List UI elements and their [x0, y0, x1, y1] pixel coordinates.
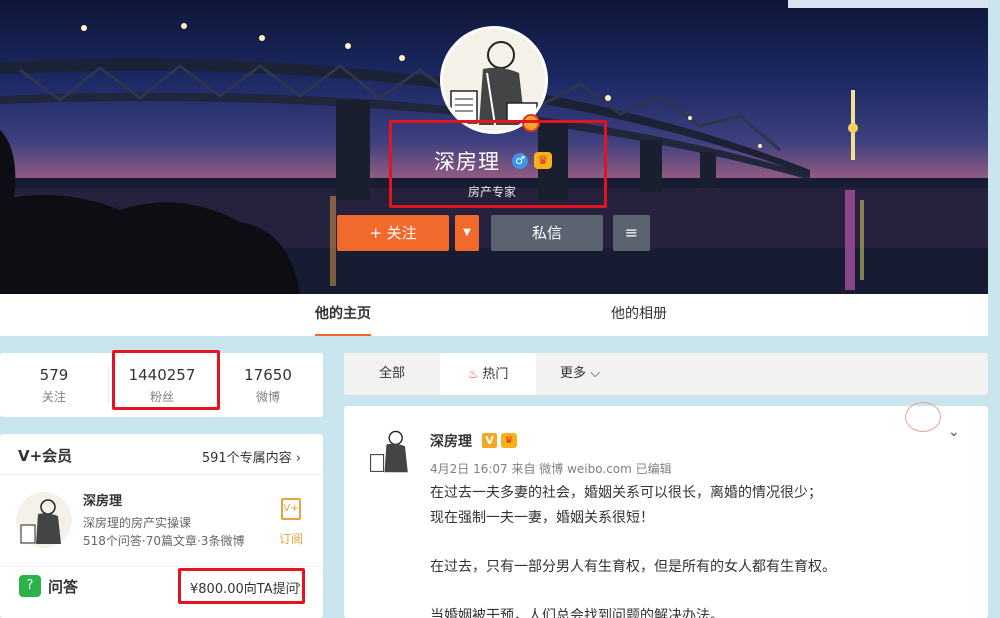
- post-line: 在过去一夫多妻的社会，婚姻关系可以很长，离婚的情况很少；: [430, 485, 822, 501]
- post-line: 当婚姻被干预，人们总会找到问题的解决办法。: [430, 607, 724, 618]
- profile-tabs: 他的主页 他的相册: [0, 294, 988, 336]
- browser-chrome-strip: [788, 0, 988, 8]
- stat-following[interactable]: 579 关注: [30, 366, 78, 405]
- red-annotation-box: [178, 568, 305, 604]
- post-card: 深房理 V ♛ 4月2日 16:07 来自 微博 weibo.com 已编辑 ⌄…: [344, 406, 988, 618]
- post-line: 现在强制一夫一妻，婚姻关系很短！: [430, 509, 654, 526]
- post-meta[interactable]: 4月2日 16:07 来自 微博 weibo.com 已编辑: [430, 460, 672, 477]
- cartoon-avatar-illustration: [366, 424, 418, 476]
- tab-more-label: 更多: [559, 366, 586, 381]
- stat-value: 579: [39, 366, 69, 384]
- divider: [0, 566, 323, 567]
- feed-tabs: 全部 ♨ 热门 更多 ⌵: [344, 353, 988, 395]
- red-annotation-box: [389, 120, 607, 208]
- stat-label: 关注: [41, 390, 66, 404]
- verified-v-icon: V: [482, 433, 497, 448]
- vip-exclusive-content-link[interactable]: 591个专属内容 ›: [202, 447, 301, 466]
- tab-hot[interactable]: ♨ 热门: [440, 353, 536, 395]
- vip-title: V+会员: [18, 447, 73, 465]
- red-annotation-box: [112, 350, 220, 410]
- follow-button[interactable]: + 关注: [337, 215, 449, 251]
- tab-more[interactable]: 更多 ⌵: [544, 353, 616, 395]
- divider: [0, 474, 323, 475]
- stamp-icon: [905, 402, 941, 432]
- vip-avatar[interactable]: [16, 492, 72, 552]
- post-line: [430, 579, 970, 604]
- vip-content-counts: 518个问答·70篇文章·3条微博: [83, 534, 245, 548]
- subscribe-button[interactable]: 订阅: [279, 530, 303, 547]
- post-line: [430, 530, 970, 555]
- post-line: 在过去，只有一部分男人有生育权，但是所有的女人都有生育权。: [430, 558, 836, 575]
- message-button[interactable]: 私信: [491, 215, 603, 251]
- stat-value: 17650: [244, 366, 292, 384]
- vip-creator-name[interactable]: 深房理: [83, 490, 122, 509]
- tab-album[interactable]: 他的相册: [611, 294, 667, 336]
- divider: [108, 367, 109, 403]
- tab-home[interactable]: 他的主页: [315, 294, 371, 336]
- tab-all[interactable]: 全部: [344, 353, 440, 395]
- subscribe-icon[interactable]: V+: [281, 498, 301, 520]
- menu-icon[interactable]: ≡: [613, 215, 650, 251]
- post-author-name[interactable]: 深房理: [430, 431, 472, 451]
- stat-label: 微博: [255, 390, 280, 404]
- stat-posts[interactable]: 17650 微博: [242, 366, 294, 405]
- qa-label: 问答: [48, 578, 79, 596]
- post-author-avatar[interactable]: [366, 424, 418, 480]
- follow-dropdown-button[interactable]: ▼: [455, 215, 479, 251]
- chevron-down-icon: ⌵: [590, 366, 600, 381]
- cartoon-avatar-illustration: [16, 492, 72, 548]
- vip-course-title: 深房理的房产实操课: [83, 516, 192, 530]
- profile-banner: 深房理 ♂ ♛ 房产专家 + 关注 ▼ 私信 ≡: [0, 0, 988, 294]
- crown-icon: ♛: [501, 433, 517, 448]
- post-body: 在过去一夫多妻的社会，婚姻关系可以很长，离婚的情况很少； 现在强制一夫一妻，婚姻…: [430, 481, 970, 618]
- tab-hot-label: 热门: [482, 367, 509, 382]
- flame-icon: ♨: [467, 367, 479, 381]
- post-options-chevron-icon[interactable]: ⌄: [948, 424, 960, 440]
- qa-icon: ?: [19, 575, 41, 597]
